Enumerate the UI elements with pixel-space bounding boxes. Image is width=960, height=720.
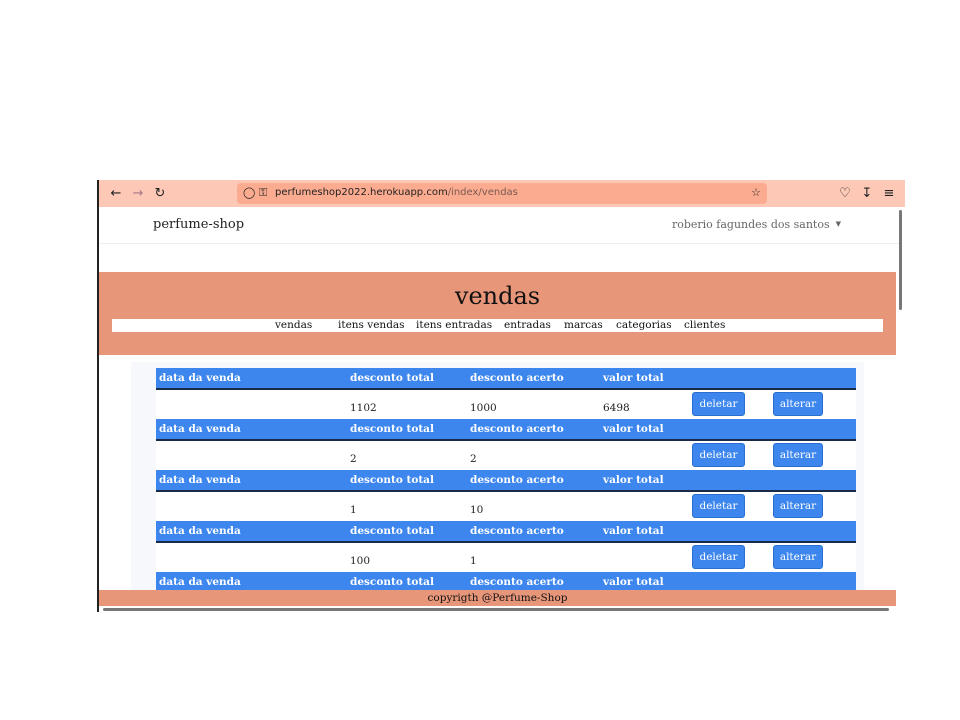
header-valor-total: valor total <box>603 525 664 537</box>
header-desconto-acerto: desconto acerto <box>470 576 564 588</box>
header-data-da-venda: data da venda <box>159 423 241 435</box>
delete-button[interactable]: deletar <box>692 443 745 467</box>
pocket-icon[interactable]: ♡ <box>837 185 853 201</box>
table-row: 1102 1000 6498 deletar alterar <box>156 390 856 419</box>
browser-toolbar: ← → ↻ ◯ ⚿ perfumeshop2022.herokuapp.com/… <box>99 180 905 207</box>
download-icon[interactable]: ↧ <box>859 185 875 201</box>
caret-down-icon: ▼ <box>835 220 841 228</box>
vertical-scrollbar[interactable] <box>899 210 902 310</box>
page-header: vendas vendas itens vendas itens entrada… <box>99 272 896 355</box>
shield-icon: ◯ <box>243 186 256 199</box>
cell-valor-total: 6498 <box>603 402 630 414</box>
table-header-row: data da venda desconto total desconto ac… <box>156 368 856 390</box>
table-header-row: data da venda desconto total desconto ac… <box>156 521 856 543</box>
header-desconto-total: desconto total <box>350 423 434 435</box>
url-path: /index/vendas <box>447 187 518 198</box>
header-desconto-acerto: desconto acerto <box>470 372 564 384</box>
menu-item-itens-entradas[interactable]: itens entradas <box>416 319 492 332</box>
header-desconto-acerto: desconto acerto <box>470 474 564 486</box>
edit-button[interactable]: alterar <box>773 392 823 416</box>
reload-icon[interactable]: ↻ <box>152 185 168 201</box>
header-valor-total: valor total <box>603 372 664 384</box>
header-valor-total: valor total <box>603 423 664 435</box>
delete-button[interactable]: deletar <box>692 494 745 518</box>
brand-link[interactable]: perfume-shop <box>153 217 244 232</box>
cell-desconto-total: 100 <box>350 555 371 567</box>
table-row: 2 2 deletar alterar <box>156 441 856 470</box>
cell-desconto-total: 2 <box>350 453 357 465</box>
edit-button[interactable]: alterar <box>773 545 823 569</box>
menu-item-categorias[interactable]: categorias <box>616 319 672 332</box>
horizontal-scrollbar[interactable] <box>103 608 889 611</box>
header-desconto-total: desconto total <box>350 372 434 384</box>
menu-item-itens-vendas[interactable]: itens vendas <box>338 319 405 332</box>
header-desconto-acerto: desconto acerto <box>470 525 564 537</box>
cell-desconto-acerto: 1000 <box>470 402 497 414</box>
header-data-da-venda: data da venda <box>159 474 241 486</box>
user-dropdown[interactable]: roberio fagundes dos santos ▼ <box>672 218 841 231</box>
table-header-row: data da venda desconto total desconto ac… <box>156 470 856 492</box>
back-arrow-icon[interactable]: ← <box>108 185 124 201</box>
forward-arrow-icon[interactable]: → <box>130 185 146 201</box>
section-menu: vendas itens vendas itens entradas entra… <box>112 319 883 332</box>
menu-item-vendas[interactable]: vendas <box>275 319 312 332</box>
bookmark-star-icon[interactable]: ☆ <box>751 186 761 199</box>
lock-icon: ⚿ <box>259 186 268 199</box>
table-header-row: data da venda desconto total desconto ac… <box>156 419 856 441</box>
header-desconto-total: desconto total <box>350 474 434 486</box>
table-row: 1 10 deletar alterar <box>156 492 856 521</box>
cell-desconto-total: 1102 <box>350 402 377 414</box>
header-data-da-venda: data da venda <box>159 372 241 384</box>
table-row: 100 1 deletar alterar <box>156 543 856 572</box>
site-navbar: perfume-shop roberio fagundes dos santos… <box>99 207 899 244</box>
cell-desconto-total: 1 <box>350 504 357 516</box>
header-desconto-acerto: desconto acerto <box>470 423 564 435</box>
user-name: roberio fagundes dos santos <box>671 218 830 231</box>
menu-item-entradas[interactable]: entradas <box>504 319 551 332</box>
url-host: perfumeshop2022.herokuapp.com <box>275 187 448 198</box>
header-desconto-total: desconto total <box>350 525 434 537</box>
cell-desconto-acerto: 1 <box>470 555 477 567</box>
header-valor-total: valor total <box>603 474 664 486</box>
delete-button[interactable]: deletar <box>692 545 745 569</box>
header-valor-total: valor total <box>603 576 664 588</box>
cell-desconto-acerto: 2 <box>470 453 477 465</box>
menu-hamburger-icon[interactable]: ≡ <box>881 185 897 201</box>
page-title: vendas <box>454 282 541 310</box>
header-desconto-total: desconto total <box>350 576 434 588</box>
url-bar[interactable]: ◯ ⚿ perfumeshop2022.herokuapp.com/index/… <box>237 183 767 204</box>
header-data-da-venda: data da venda <box>159 525 241 537</box>
edit-button[interactable]: alterar <box>773 443 823 467</box>
page-footer: copyrigth @Perfume-Shop <box>99 590 896 606</box>
edit-button[interactable]: alterar <box>773 494 823 518</box>
cell-desconto-acerto: 10 <box>470 504 484 516</box>
sales-list: data da venda desconto total desconto ac… <box>131 362 864 590</box>
menu-item-marcas[interactable]: marcas <box>564 319 603 332</box>
header-data-da-venda: data da venda <box>159 576 241 588</box>
browser-window: ← → ↻ ◯ ⚿ perfumeshop2022.herokuapp.com/… <box>97 180 905 612</box>
delete-button[interactable]: deletar <box>692 392 745 416</box>
table-header-row: data da venda desconto total desconto ac… <box>156 572 856 590</box>
menu-item-clientes[interactable]: clientes <box>684 319 725 332</box>
